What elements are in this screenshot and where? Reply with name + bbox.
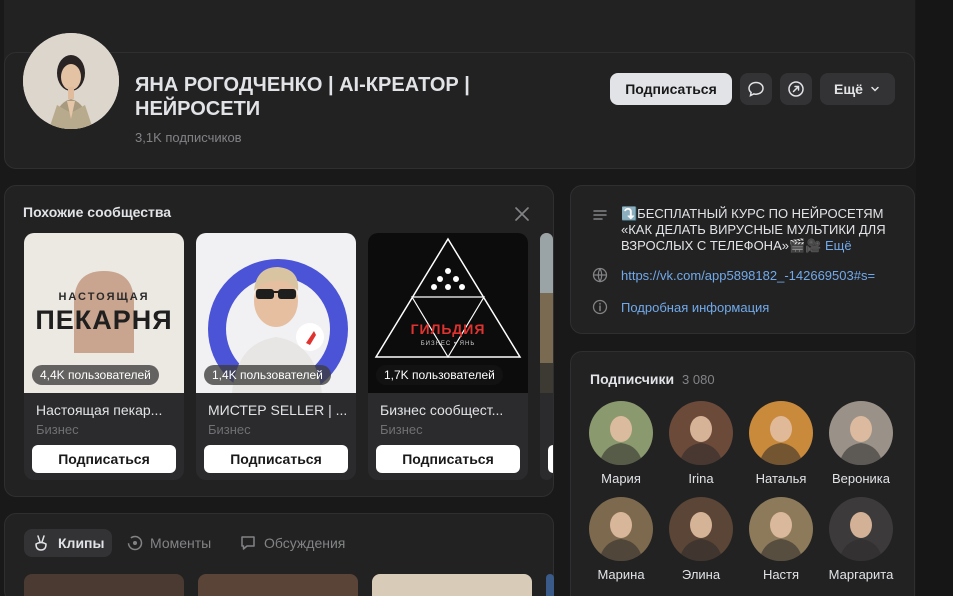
followers-count: 3 080 [682,372,715,387]
follower-name[interactable]: Марина [581,567,661,582]
clip-thumbnail[interactable] [24,574,184,596]
community-avatar[interactable] [23,33,119,129]
community-card[interactable]: ГИЛЬДИЯ БИЗНЕС • ЯНЬ 1,7K пользователей … [368,233,528,480]
tab-moments-label: Моменты [150,535,212,551]
members-badge: 1,4K пользователей [204,365,331,385]
clip-thumbnail-partial[interactable] [546,574,554,596]
close-icon[interactable] [513,205,531,223]
guild-logo-subtext: БИЗНЕС • ЯНЬ [420,341,476,347]
community-name[interactable]: Бизнес сообщест... [380,402,520,418]
community-website-link[interactable]: https://vk.com/app5898182_-142669503#s= [621,268,901,284]
follower-name[interactable]: Элина [661,567,741,582]
message-button[interactable] [740,73,772,105]
community-card-partial[interactable] [540,233,553,480]
moments-icon [127,535,143,551]
chat-bubble-icon [748,81,764,97]
follower-avatar[interactable] [589,497,653,561]
description-more-link[interactable]: Ещё [825,238,852,253]
community-cover-bakery: НАСТОЯЩАЯ ПЕКАРНЯ 4,4K пользователей [24,233,184,393]
share-arrow-icon [788,81,804,97]
follower-name[interactable]: Мария [581,471,661,486]
more-button[interactable]: Ещё [820,73,895,105]
more-label: Ещё [834,81,863,97]
follower-avatar[interactable] [669,497,733,561]
follower-avatar[interactable] [589,401,653,465]
bakery-logo-line1: НАСТОЯЩАЯ [58,291,150,303]
share-button[interactable] [780,73,812,105]
community-name[interactable]: Настоящая пекар... [36,402,176,418]
community-card[interactable]: НАСТОЯЩАЯ ПЕКАРНЯ 4,4K пользователей Нас… [24,233,184,480]
follower-avatar[interactable] [829,497,893,561]
community-cover-guild: ГИЛЬДИЯ БИЗНЕС • ЯНЬ 1,7K пользователей [368,233,528,393]
info-icon [592,299,608,315]
bakery-logo-line2: ПЕКАРНЯ [35,305,173,335]
followers-title-label: Подписчики [590,371,675,387]
tab-clips-label: Клипы [58,535,105,551]
community-title: ЯНА РОГОДЧЕНКО | AI-КРЕАТОР | НЕЙРОСЕТИ [135,74,470,120]
follower-item[interactable]: Мария [581,401,661,486]
tab-discussions-label: Обсуждения [264,535,346,551]
guild-logo-text: ГИЛЬДИЯ [410,321,486,337]
members-badge: 1,7K пользователей [376,365,503,385]
community-card[interactable]: 1,4K пользователей МИСТЕР SELLER | ... Б… [196,233,356,480]
follower-avatar[interactable] [749,401,813,465]
followers-title[interactable]: Подписчики 3 080 [590,371,715,387]
community-category: Бизнес [36,422,79,437]
follower-item[interactable]: Настя [741,497,821,582]
community-subscribe-button[interactable]: Подписаться [32,445,176,473]
community-subscribe-button[interactable]: Подписаться [204,445,348,473]
follower-name[interactable]: Настя [741,567,821,582]
follower-avatar[interactable] [749,497,813,561]
follower-name[interactable]: Наталья [741,471,821,486]
right-gutter [916,0,953,596]
tab-clips[interactable]: Клипы [24,529,113,557]
description-row: ⤵️БЕСПЛАТНЫЙ КУРС ПО НЕЙРОСЕТЯМ «КАК ДЕЛ… [621,206,886,253]
community-category: Бизнес [380,422,423,437]
details-link[interactable]: Подробная информация [621,300,769,316]
follower-item[interactable]: Вероника [821,401,901,486]
follower-name[interactable]: Маргарита [821,567,901,582]
follower-item[interactable]: Марина [581,497,661,582]
globe-icon [592,267,608,283]
community-cover-partial [540,233,553,393]
subscribers-count[interactable]: 3,1K подписчиков [135,130,242,145]
follower-item[interactable]: Наталья [741,401,821,486]
follower-avatar[interactable] [829,401,893,465]
members-badge: 4,4K пользователей [32,365,159,385]
clips-icon [35,535,47,551]
tab-discussions[interactable]: Обсуждения [239,529,345,557]
follower-name[interactable]: Вероника [821,471,901,486]
similar-communities-title: Похожие сообщества [23,204,172,220]
community-name[interactable]: МИСТЕР SELLER | ... [208,402,348,418]
community-subscribe-button-partial[interactable] [548,445,553,473]
tab-moments[interactable]: Моменты [126,529,211,557]
chevron-down-icon [871,86,879,92]
discussions-icon [241,536,255,550]
community-cover-seller: 1,4K пользователей [196,233,356,393]
clip-thumbnail[interactable] [372,574,532,596]
community-category: Бизнес [208,422,251,437]
subscribe-button[interactable]: Подписаться [610,73,732,105]
follower-item[interactable]: Маргарита [821,497,901,582]
follower-name[interactable]: Irina [661,471,741,486]
follower-item[interactable]: Irina [661,401,741,486]
description-icon [593,210,607,220]
clip-thumbnail[interactable] [198,574,358,596]
community-subscribe-button[interactable]: Подписаться [376,445,520,473]
follower-item[interactable]: Элина [661,497,741,582]
follower-avatar[interactable] [669,401,733,465]
